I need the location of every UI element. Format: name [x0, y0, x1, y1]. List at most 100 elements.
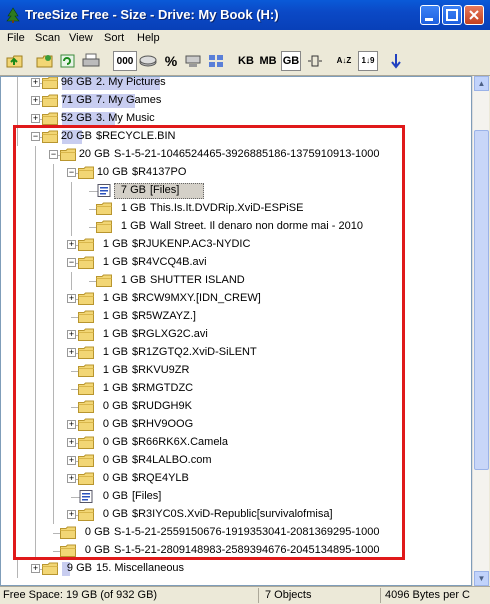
print-button[interactable] — [81, 51, 101, 71]
expand-icon[interactable]: + — [67, 348, 76, 357]
tree-row[interactable]: +0 GB $RHV9OOG — [1, 416, 471, 434]
scroll-down-arrow-icon[interactable]: ▼ — [474, 571, 489, 586]
expand-icon[interactable]: + — [31, 96, 40, 105]
tree-row[interactable]: 1 GB This.Is.It.DVDRip.XviD-ESPiSE — [1, 200, 471, 218]
item-name[interactable]: $RCW9MXY.[IDN_CREW] — [132, 292, 261, 304]
collapse-icon[interactable]: − — [49, 150, 58, 159]
item-name[interactable]: $RECYCLE.BIN — [96, 130, 175, 142]
sort-size-button[interactable]: 1↓9 — [358, 51, 378, 71]
tree-row[interactable]: 0 GB [Files] — [1, 488, 471, 506]
tree-row[interactable]: − 20 GB $RECYCLE.BIN — [1, 128, 471, 146]
vertical-scrollbar[interactable]: ▲ ▼ — [472, 76, 489, 586]
collapse-icon[interactable]: − — [31, 132, 40, 141]
item-name[interactable]: $RJUKENP.AC3-NYDIC — [132, 238, 250, 250]
item-name[interactable]: $R4VCQ4B.avi — [132, 256, 207, 268]
item-name[interactable]: $RKVU9ZR — [132, 364, 189, 376]
tree-row[interactable]: +1 GB $RJUKENP.AC3-NYDIC — [1, 236, 471, 254]
expand-icon[interactable]: + — [67, 330, 76, 339]
tree-row[interactable]: +71 GB 7. My Games — [1, 92, 471, 110]
tree-row[interactable]: 0 GB S-1-5-21-2559150676-1919353041-20813… — [1, 524, 471, 542]
item-name[interactable]: Wall Street. Il denaro non dorme mai - 2… — [150, 220, 363, 232]
tree-row[interactable]: +96 GB 2. My Pictures — [1, 77, 471, 92]
show-count-button[interactable]: 000 — [113, 51, 137, 71]
tree-row[interactable]: 7 GB [Files] — [1, 182, 471, 200]
item-name[interactable]: $R4LALBO.com — [132, 454, 211, 466]
expand-icon[interactable]: + — [31, 78, 40, 87]
tree-row[interactable]: − 20 GB S-1-5-21-1046524465-3926885186-137… — [1, 146, 471, 164]
item-name[interactable]: $RGLXG2C.avi — [132, 328, 208, 340]
treesize-app-icon[interactable] — [5, 7, 21, 23]
unit-gb-button[interactable]: GB — [281, 51, 301, 71]
tree-row[interactable]: 1 GB SHUTTER ISLAND — [1, 272, 471, 290]
tree-row[interactable]: +52 GB 3. My Music — [1, 110, 471, 128]
item-name[interactable]: 2. My Pictures — [96, 77, 166, 88]
menu-sort[interactable]: Sort — [104, 32, 124, 44]
item-name[interactable]: $R4137PO — [132, 166, 186, 178]
item-name[interactable]: 7. My Games — [96, 94, 161, 106]
tree-row[interactable]: 1 GB Wall Street. Il denaro non dorme mai… — [1, 218, 471, 236]
item-name[interactable]: S-1-5-21-2559150676-1919353041-208136929… — [114, 526, 379, 538]
expand-icon[interactable]: + — [67, 474, 76, 483]
auto-unit-button[interactable] — [305, 51, 325, 71]
tree-row[interactable]: 0 GB $RUDGH9K — [1, 398, 471, 416]
minimize-button[interactable] — [420, 5, 440, 25]
tree-row[interactable]: +9 GB 15. Miscellaneous — [1, 560, 471, 578]
tree-row[interactable]: +1 GB $RCW9MXY.[IDN_CREW] — [1, 290, 471, 308]
item-name[interactable]: $RQE4YLB — [132, 472, 189, 484]
tree-row[interactable]: +1 GB $R1ZGTQ2.XviD-SiLENT — [1, 344, 471, 362]
expand-icon[interactable]: + — [31, 564, 40, 573]
item-name[interactable]: SHUTTER ISLAND — [150, 274, 245, 286]
tree-row[interactable]: +0 GB $R4LALBO.com — [1, 452, 471, 470]
tree-row[interactable]: − 10 GB $R4137PO — [1, 164, 471, 182]
refresh-button[interactable] — [58, 51, 78, 71]
disk-button[interactable] — [138, 51, 158, 71]
tree-row[interactable]: 0 GB S-1-5-21-2809148983-2589394676-20451… — [1, 542, 471, 560]
expand-icon[interactable]: + — [67, 456, 76, 465]
item-name[interactable]: S-1-5-21-1046524465-3926885186-137591091… — [114, 148, 379, 160]
tree-row[interactable]: +1 GB $RGLXG2C.avi — [1, 326, 471, 344]
expand-icon[interactable]: + — [67, 438, 76, 447]
unit-kb-button[interactable]: KB — [236, 51, 256, 71]
item-name[interactable]: 15. Miscellaneous — [96, 562, 184, 574]
expand-icon[interactable]: + — [67, 294, 76, 303]
menu-scan[interactable]: Scan — [35, 32, 60, 44]
item-name[interactable]: $R1ZGTQ2.XviD-SiLENT — [132, 346, 257, 358]
grid-view-button[interactable] — [206, 51, 226, 71]
item-name[interactable]: $RHV9OOG — [132, 418, 193, 430]
tree-view[interactable]: +96 GB 2. My Pictures +71 GB 7. My Games +52… — [0, 76, 472, 586]
up-level-button[interactable] — [5, 51, 25, 71]
menu-help[interactable]: Help — [137, 32, 160, 44]
item-name[interactable]: This.Is.It.DVDRip.XviD-ESPiSE — [150, 202, 303, 214]
scroll-up-arrow-icon[interactable]: ▲ — [474, 76, 489, 91]
expand-icon[interactable]: + — [67, 420, 76, 429]
item-name[interactable]: 3. My Music — [96, 112, 155, 124]
tree-row[interactable]: − 1 GB $R4VCQ4B.avi — [1, 254, 471, 272]
tree-row[interactable]: 1 GB $R5WZAYZ.] — [1, 308, 471, 326]
tree-row[interactable]: 1 GB $RMGTDZC — [1, 380, 471, 398]
percent-button[interactable]: % — [161, 51, 181, 71]
menu-file[interactable]: File — [7, 32, 25, 44]
maximize-button[interactable] — [442, 5, 462, 25]
item-name[interactable]: $R66RK6X.Camela — [132, 436, 228, 448]
item-name[interactable]: $R3IYC0S.XviD-Republic[survivalofmisa] — [132, 508, 333, 520]
item-name[interactable]: $RMGTDZC — [132, 382, 193, 394]
tree-row[interactable]: +0 GB $RQE4YLB — [1, 470, 471, 488]
scroll-thumb[interactable] — [474, 130, 489, 470]
tree-row[interactable]: +0 GB $R3IYC0S.XviD-Republic[survivalofmi… — [1, 506, 471, 524]
open-folder-button[interactable] — [35, 51, 55, 71]
sort-name-button[interactable]: A↓Z — [334, 51, 354, 71]
expand-icon[interactable]: + — [31, 114, 40, 123]
tree-row[interactable]: 1 GB $RKVU9ZR — [1, 362, 471, 380]
item-name[interactable]: S-1-5-21-2809148983-2589394676-204513489… — [114, 544, 379, 556]
expand-icon[interactable]: + — [67, 240, 76, 249]
network-button[interactable] — [183, 51, 203, 71]
menu-view[interactable]: View — [69, 32, 93, 44]
item-name[interactable]: [Files] — [150, 184, 179, 196]
collapse-icon[interactable]: − — [67, 168, 76, 177]
tree-row[interactable]: +0 GB $R66RK6X.Camela — [1, 434, 471, 452]
collapse-icon[interactable]: − — [67, 258, 76, 267]
item-name[interactable]: $R5WZAYZ.] — [132, 310, 196, 322]
item-name[interactable]: [Files] — [132, 490, 161, 502]
expand-icon[interactable]: + — [67, 510, 76, 519]
sort-direction-button[interactable] — [386, 51, 406, 71]
